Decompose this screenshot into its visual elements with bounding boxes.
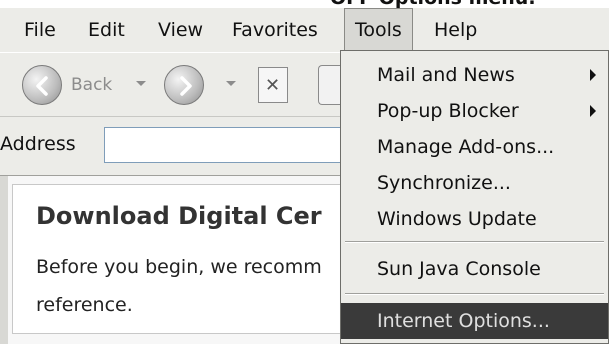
menu-separator — [345, 293, 604, 295]
forward-arrow-icon — [180, 76, 192, 96]
menu-item-label: Sun Java Console — [377, 258, 541, 280]
menu-tools[interactable]: Tools — [344, 8, 413, 52]
menu-item-windows-update[interactable]: Windows Update — [341, 201, 608, 237]
menu-item-label: Internet Options... — [377, 310, 550, 332]
tools-menu: Mail and News Pop-up Blocker Manage Add-… — [340, 50, 609, 344]
menu-item-label: Windows Update — [377, 208, 537, 230]
menu-item-manage-addons[interactable]: Manage Add-ons... — [341, 129, 608, 165]
stop-button[interactable]: ✕ — [258, 67, 288, 103]
menu-edit[interactable]: Edit — [78, 8, 135, 52]
menu-favorites[interactable]: Favorites — [222, 8, 328, 52]
submenu-arrow-icon — [590, 69, 596, 81]
back-button[interactable] — [22, 65, 62, 105]
menu-item-sun-java-console[interactable]: Sun Java Console — [341, 251, 608, 287]
submenu-arrow-icon — [590, 105, 596, 117]
menu-view[interactable]: View — [148, 8, 213, 52]
menu-item-label: Synchronize... — [377, 172, 511, 194]
menu-item-synchronize[interactable]: Synchronize... — [341, 165, 608, 201]
back-label[interactable]: Back — [71, 75, 112, 95]
address-input[interactable] — [104, 127, 364, 163]
back-dropdown-arrow-icon[interactable] — [136, 81, 146, 86]
menu-item-internet-options[interactable]: Internet Options... — [341, 303, 608, 339]
menu-item-label: Mail and News — [377, 64, 515, 86]
menu-separator — [345, 241, 604, 243]
menu-item-label: Pop-up Blocker — [377, 100, 519, 122]
page-heading: Download Digital Cer — [36, 202, 322, 230]
menu-item-label: Manage Add-ons... — [377, 136, 555, 158]
clipped-instruction-text: OFF Options menu. — [0, 0, 609, 9]
menu-help[interactable]: Help — [424, 8, 487, 52]
forward-dropdown-arrow-icon[interactable] — [226, 81, 236, 86]
menu-item-mail-and-news[interactable]: Mail and News — [341, 57, 608, 93]
menu-item-popup-blocker[interactable]: Pop-up Blocker — [341, 93, 608, 129]
menu-bar: File Edit View Favorites Tools Help — [0, 8, 609, 52]
stop-icon: ✕ — [265, 75, 281, 96]
forward-button[interactable] — [164, 65, 204, 105]
menu-file[interactable]: File — [14, 8, 66, 52]
address-label: Address — [0, 133, 76, 155]
refresh-button[interactable] — [318, 65, 340, 105]
back-arrow-icon — [36, 76, 48, 96]
